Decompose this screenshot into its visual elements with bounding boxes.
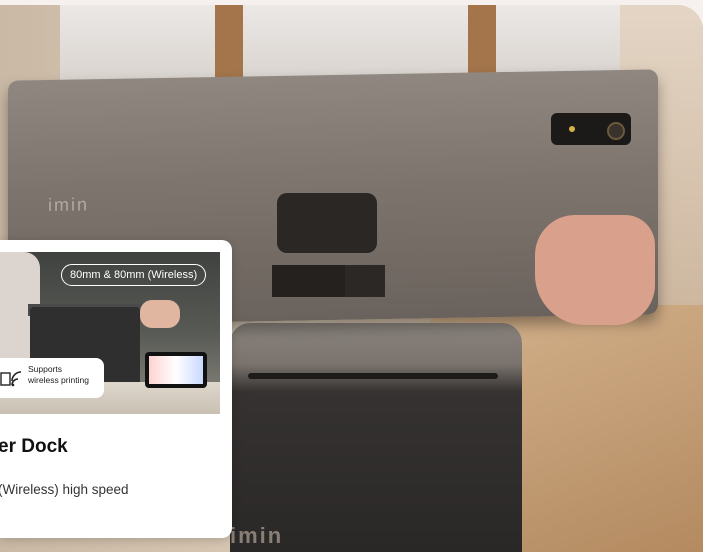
card-description: (Wireless) high speed <box>0 482 129 497</box>
display-content <box>149 356 203 384</box>
person-hand <box>535 215 655 325</box>
paper-slot <box>248 373 498 379</box>
support-line-1: Supports <box>28 364 63 374</box>
card-image: 80mm & 80mm (Wireless) Supports wireless… <box>0 252 220 414</box>
camera-module <box>551 113 631 145</box>
camera-lens-icon <box>607 122 625 140</box>
wireless-support-pill: Supports wireless printing <box>0 358 104 398</box>
card-title: er Dock <box>0 436 68 457</box>
wireless-support-text: Supports wireless printing <box>28 364 89 386</box>
hand-figure <box>140 300 180 328</box>
apron-strap-left <box>215 5 243 85</box>
flash-icon <box>569 126 575 132</box>
device-label-right <box>345 265 385 297</box>
product-card[interactable]: 80mm & 80mm (Wireless) Supports wireless… <box>0 240 232 538</box>
dock-connector <box>277 193 377 253</box>
support-line-2: wireless printing <box>28 375 89 385</box>
display-screen <box>145 352 207 388</box>
printer-dock-stand: imin <box>230 323 522 552</box>
tablet-logo: imin <box>48 194 90 215</box>
wireless-print-icon <box>0 371 22 387</box>
stand-logo: imin <box>230 523 284 548</box>
paper-size-badge: 80mm & 80mm (Wireless) <box>61 264 207 286</box>
